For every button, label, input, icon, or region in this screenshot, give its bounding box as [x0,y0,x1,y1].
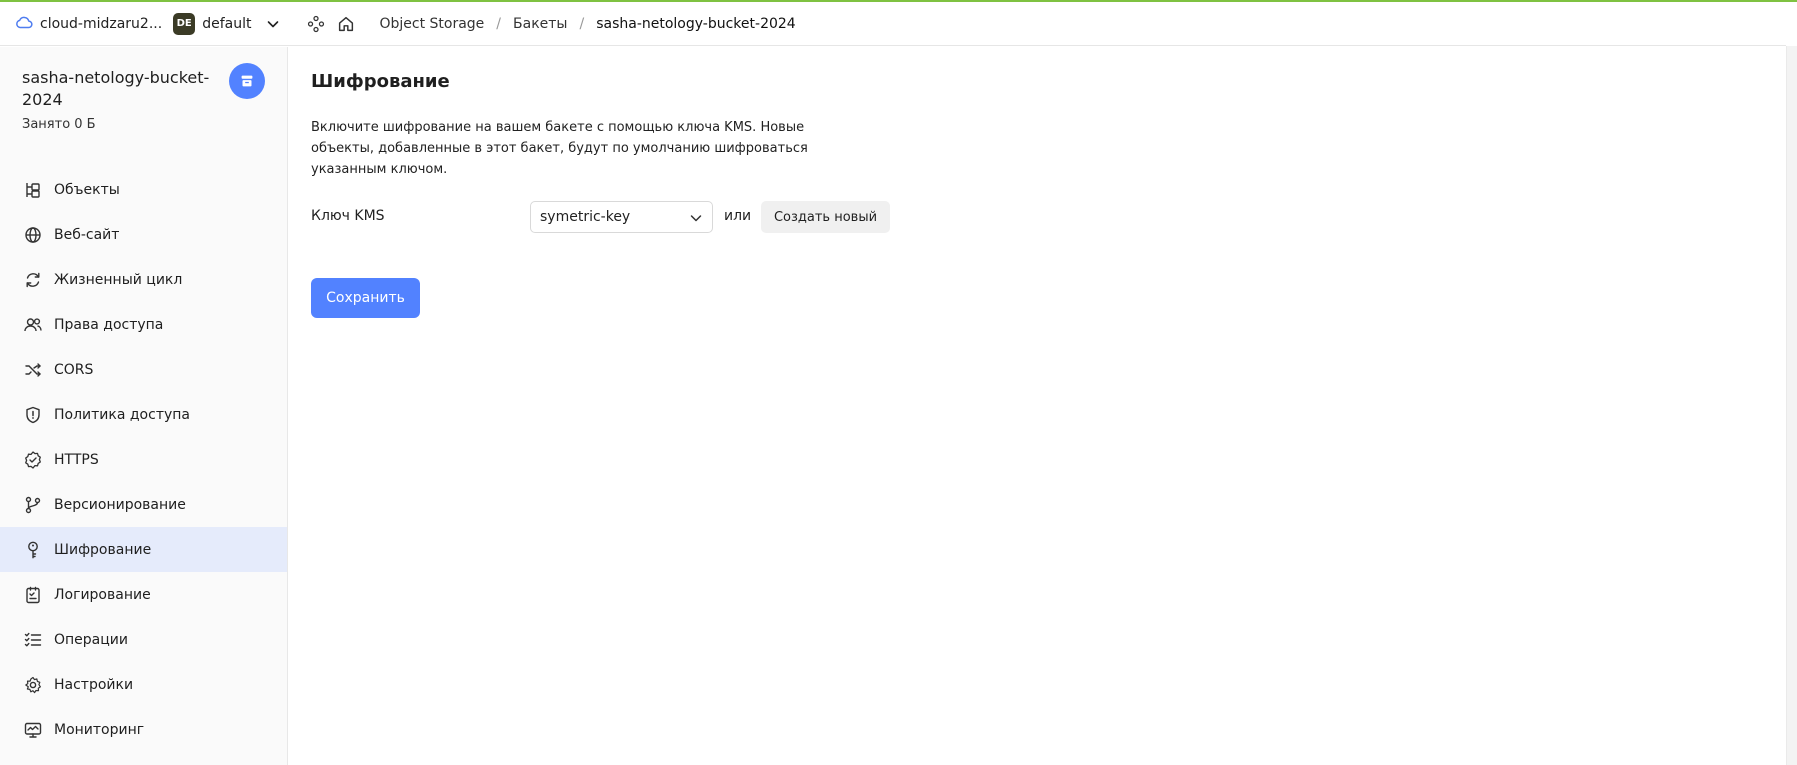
sidebar-item-settings[interactable]: Настройки [0,662,287,707]
sidebar-item-label: Веб-сайт [54,226,120,243]
bucket-header: sasha-netology-bucket-2024 Занято 0 Б [0,47,287,147]
shuffle-icon [22,359,44,381]
kms-key-value: symetric-key [540,209,631,225]
log-icon [22,584,44,606]
bucket-used-space: Занято 0 Б [22,117,96,132]
breadcrumb-object-storage[interactable]: Object Storage [379,16,484,32]
breadcrumb: Object Storage / Бакеты / sasha-netology… [379,16,795,32]
bucket-avatar [229,63,265,99]
monitor-icon [22,719,44,741]
create-new-key-button[interactable]: Создать новый [761,201,890,233]
branch-icon [22,494,44,516]
sidebar-item-label: CORS [54,361,94,378]
breadcrumb-buckets[interactable]: Бакеты [513,16,567,32]
top-header: cloud-midzaru2... DE default Object Stor… [0,2,1786,46]
globe-icon [22,224,44,246]
kms-key-select[interactable]: symetric-key [530,201,713,233]
sidebar-item-logging[interactable]: Логирование [0,572,287,617]
bucket-name: sasha-netology-bucket-2024 [22,68,210,109]
encryption-description: Включите шифрование на вашем бакете с по… [311,120,808,177]
sidebar-item-operations[interactable]: Операции [0,617,287,662]
sidebar-item-label: Версионирование [54,496,186,513]
gear-icon [22,674,44,696]
sidebar-item-label: Шифрование [54,541,152,558]
objects-icon [22,179,44,201]
sidebar-item-label: Мониторинг [54,721,145,738]
bucket-icon [241,75,253,87]
services-icon[interactable] [305,13,327,35]
lifecycle-icon [22,269,44,291]
sidebar-item-https[interactable]: HTTPS [0,437,287,482]
breadcrumb-separator: / [579,15,585,32]
sidebar-item-access-policy[interactable]: Политика доступа [0,392,287,437]
badge-check-icon [22,449,44,471]
sidebar-item-label: Политика доступа [54,406,190,423]
chevron-down-icon[interactable] [265,16,281,32]
kms-key-label: Ключ KMS [311,208,385,224]
sidebar-item-label: Логирование [54,586,151,603]
breadcrumb-current: sasha-netology-bucket-2024 [596,15,796,32]
sidebar-item-monitoring[interactable]: Мониторинг [0,707,287,752]
sidebar-item-encryption[interactable]: Шифрование [0,527,287,572]
sidebar-item-label: Операции [54,631,128,648]
sidebar-item-cors[interactable]: CORS [0,347,287,392]
shield-icon [22,404,44,426]
sidebar: sasha-netology-bucket-2024 Занято 0 Б Об… [0,47,288,765]
sidebar-item-objects[interactable]: Объекты [0,167,287,212]
key-icon [22,539,44,561]
sidebar-item-lifecycle[interactable]: Жизненный цикл [0,257,287,302]
folder-name[interactable]: default [202,16,251,32]
save-button[interactable]: Сохранить [311,278,420,318]
sidebar-item-versioning[interactable]: Версионирование [0,482,287,527]
breadcrumb-separator: / [496,15,502,32]
sidebar-item-label: Объекты [54,181,120,198]
sidebar-nav: Объекты Веб-сайт Жизненный цикл Права до… [0,167,287,752]
or-text: или [724,208,752,224]
cloud-name: cloud-midzaru2... [40,15,163,32]
list-check-icon [22,629,44,651]
home-icon[interactable] [335,13,357,35]
sidebar-item-label: HTTPS [54,451,99,468]
chevron-down-icon [688,210,704,226]
page-title: Шифрование [311,71,450,92]
users-icon [22,314,44,336]
cloud-selector[interactable]: cloud-midzaru2... [14,12,162,36]
sidebar-item-label: Права доступа [54,316,164,333]
folder-badge: DE [173,12,196,35]
sidebar-item-access-rights[interactable]: Права доступа [0,302,287,347]
sidebar-item-label: Жизненный цикл [54,271,183,288]
sidebar-item-website[interactable]: Веб-сайт [0,212,287,257]
vertical-scrollbar[interactable] [1786,46,1797,765]
sidebar-item-label: Настройки [54,676,134,693]
cloud-icon [14,12,34,36]
